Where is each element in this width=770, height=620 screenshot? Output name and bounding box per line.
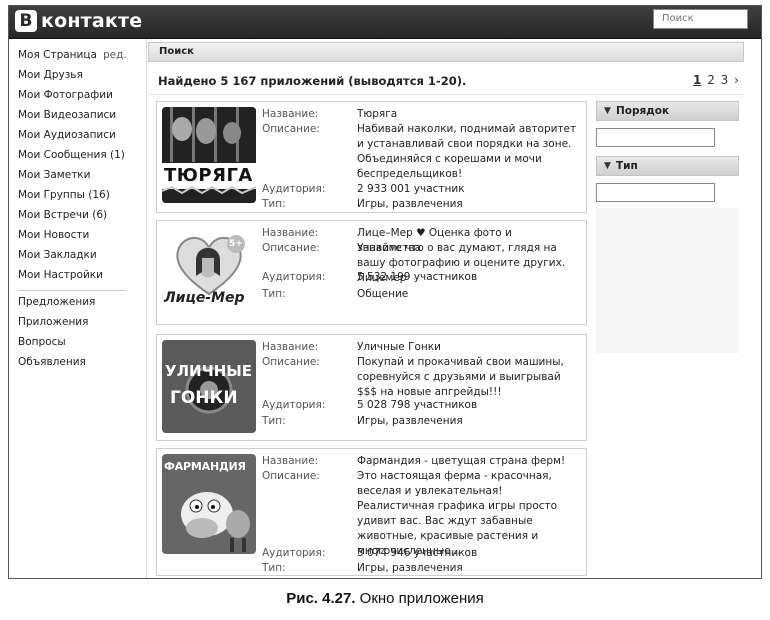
type-label: Тип: [262,562,286,574]
name-label: Название: [262,455,319,467]
caption-text: Окно приложения [359,590,484,607]
sidebar-item-questions[interactable]: Вопросы [18,336,66,348]
desc-label: Описание: [262,470,320,482]
filter-panel-area [596,208,739,353]
sidebar-item-bookmarks[interactable]: Мои Закладки [18,249,97,261]
type-label: Тип: [262,288,286,300]
sidebar-item-label: Моя Страница [18,49,97,61]
results-divider [148,94,744,95]
sidebar-item-audio[interactable]: Мои Аудиозаписи [18,129,116,141]
name-label: Название: [262,341,319,353]
page-1-link[interactable]: 1 [693,73,701,87]
app-name[interactable]: Тюряга [357,107,579,122]
thumb-title: ФАРМАНДИЯ [164,460,246,473]
sidebar-item-my-page[interactable]: Моя Страница ред. [18,49,127,61]
name-label: Название: [262,108,319,120]
type-label: Тип: [262,198,286,210]
sidebar-item-notes[interactable]: Мои Заметки [18,169,90,181]
desc-label: Описание: [262,242,320,254]
app-description: Покупай и прокачивай свои машины, соревн… [357,356,564,398]
sidebar: Моя Страница ред. Мои Друзья Мои Фотограф… [9,39,142,578]
edit-link[interactable]: ред. [103,49,127,61]
prison-bars-icon [162,107,256,203]
desc-label: Описание: [262,123,320,135]
thumb-title-line1: УЛИЧНЫЕ [165,362,253,380]
thumb-title-line2: ГОНКИ [170,388,238,408]
sidebar-item-settings[interactable]: Мои Настройки [18,269,103,281]
app-type: Игры, развлечения [357,562,463,574]
aud-label: Аудитория: [262,399,326,411]
aud-label: Аудитория: [262,271,326,283]
type-filter-header[interactable]: ▼ Тип [596,156,739,176]
order-filter-label: Порядок [616,105,670,117]
sidebar-item-apps[interactable]: Приложения [18,316,88,328]
next-page-icon[interactable]: › [734,73,739,87]
top-search-input[interactable]: Поиск [653,9,748,29]
sidebar-item-offers[interactable]: Предложения [18,296,95,308]
age-badge: 5+ [229,239,243,249]
app-audience: 5 532 199 участников [357,271,478,283]
sidebar-item-groups[interactable]: Мои Группы (16) [18,189,110,201]
caption-prefix: Рис. 4.27. [286,590,356,607]
app-card[interactable]: УЛИЧНЫЕ ГОНКИ Название: Уличные Гонки Опи… [156,334,587,441]
app-thumbnail[interactable]: ФАРМАНДИЯ [162,454,256,554]
logo-text: контакте [41,10,143,32]
browser-window: В контакте Поиск Моя Страница ред. Мои Др… [8,5,762,579]
type-label: Тип: [262,415,286,427]
triangle-down-icon: ▼ [604,106,611,116]
thumb-title: ТЮРЯГА [164,165,253,186]
triangle-down-icon: ▼ [604,161,611,171]
aud-label: Аудитория: [262,183,326,195]
app-type: Игры, развлечения [357,415,463,427]
app-card[interactable]: ФАРМАНДИЯ Название: Фармандия - цветущая … [156,448,587,576]
sidebar-item-friends[interactable]: Мои Друзья [18,69,83,81]
app-type: Общение [357,288,409,300]
app-audience: 2 933 001 участник [357,183,465,195]
order-select[interactable] [596,128,715,147]
sidebar-divider [18,290,126,291]
page-2-link[interactable]: 2 [707,73,715,87]
sidebar-item-news[interactable]: Мои Новости [18,229,89,241]
figure-caption: Рис. 4.27. Окно приложения [0,590,770,607]
main-divider [146,39,147,578]
app-thumbnail[interactable]: УЛИЧНЫЕ ГОНКИ [162,340,256,433]
desc-label: Описание: [262,356,320,368]
app-thumbnail[interactable]: ТЮРЯГА [162,107,256,203]
logo-icon: В [15,10,37,32]
order-filter-header[interactable]: ▼ Порядок [596,101,739,121]
sidebar-item-ads[interactable]: Объявления [18,356,86,368]
app-name[interactable]: Уличные Гонки [357,340,579,355]
pagination: 1 2 3 › [693,73,741,87]
app-audience: 3 074 946 участников [357,547,478,559]
name-label: Название: [262,227,319,239]
thumb-title: Лице-Мер [164,290,245,306]
panel-header: Поиск [148,42,744,62]
app-type: Игры, развлечения [357,198,463,210]
app-description: Набивай наколки, поднимай авторитет и ус… [357,123,577,180]
app-thumbnail[interactable]: 5+ Лице-Мер [162,226,256,318]
panel-title: Поиск [159,46,194,57]
top-bar: В контакте Поиск [9,6,761,39]
app-card[interactable]: ТЮРЯГА Название: Тюряга Описание: Набивай … [156,101,587,213]
wheel-icon [162,340,256,433]
site-logo[interactable]: В контакте [15,10,142,32]
app-name[interactable]: Фармандия - цветущая страна ферм! [357,454,579,469]
results-count: Найдено 5 167 приложений (выводятся 1-20… [158,74,467,88]
page-3-link[interactable]: 3 [721,73,729,87]
type-filter-label: Тип [616,160,638,172]
sidebar-item-photos[interactable]: Мои Фотографии [18,89,113,101]
aud-label: Аудитория: [262,547,326,559]
sidebar-item-videos[interactable]: Мои Видеозаписи [18,109,116,121]
app-card[interactable]: 5+ Лице-Мер Название: Лице–Мер ♥ Оценка ф… [156,220,587,325]
sidebar-item-messages[interactable]: Мои Сообщения (1) [18,149,125,161]
app-audience: 5 028 798 участников [357,399,478,411]
type-select[interactable] [596,183,715,202]
sidebar-item-events[interactable]: Мои Встречи (6) [18,209,107,221]
